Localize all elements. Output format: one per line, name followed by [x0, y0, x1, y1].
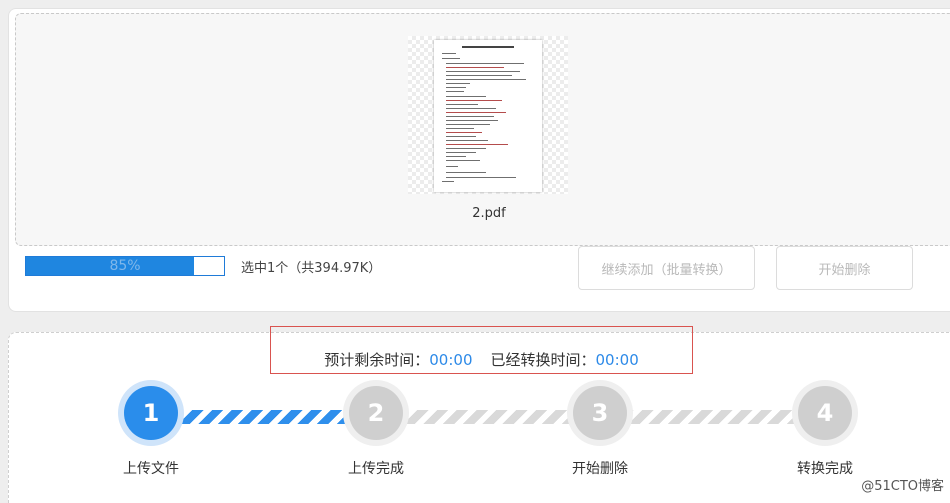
- pdf-text-line: [446, 152, 476, 153]
- step-1-circle: 1: [124, 386, 178, 440]
- step-3-label: 开始删除: [572, 461, 628, 477]
- start-delete-button[interactable]: 开始删除: [776, 246, 913, 290]
- pdf-text-line: [446, 71, 520, 72]
- selected-file-info: 选中1个（共394.97K）: [241, 261, 382, 276]
- remaining-time-value: 00:00: [429, 351, 473, 369]
- pdf-text-line: [446, 91, 464, 92]
- pdf-text-line: [446, 166, 458, 167]
- pdf-text-line: [446, 116, 494, 117]
- file-card[interactable]: 2.pdf: [408, 36, 570, 221]
- pdf-page-preview: [434, 40, 542, 192]
- pdf-text-line: [446, 104, 478, 105]
- elapsed-time-value: 00:00: [595, 351, 639, 369]
- time-status: 预计剩余时间：00:00 已经转换时间：00:00: [270, 349, 693, 370]
- remaining-time-label: 预计剩余时间：: [324, 351, 430, 369]
- pdf-text-line: [446, 75, 512, 76]
- pdf-text-line: [446, 136, 476, 137]
- step-connector-3: [627, 410, 798, 424]
- step-connector-2: [403, 410, 573, 424]
- file-name: 2.pdf: [472, 206, 506, 221]
- pdf-text-line: [446, 148, 486, 149]
- pdf-text-line: [442, 58, 460, 59]
- upload-progress-bar: 85%: [25, 256, 225, 276]
- pdf-text-line: [446, 100, 502, 101]
- pdf-text-line: [442, 53, 456, 54]
- file-drop-zone[interactable]: 2.pdf: [15, 13, 950, 246]
- step-connector-1: [178, 410, 348, 424]
- file-thumbnail: [408, 36, 568, 194]
- pdf-text-line: [446, 63, 524, 64]
- pdf-text-line: [446, 108, 496, 109]
- pdf-text-line: [446, 87, 466, 88]
- pdf-text-line: [446, 120, 498, 121]
- pdf-text-line: [446, 67, 504, 68]
- pdf-text-line: [446, 144, 508, 145]
- step-3-circle: 3: [573, 386, 627, 440]
- step-2-circle: 2: [349, 386, 403, 440]
- pdf-text-line: [446, 177, 516, 178]
- step-4-circle: 4: [798, 386, 852, 440]
- pdf-text-line: [446, 128, 474, 129]
- pdf-text-line: [446, 132, 482, 133]
- pdf-text-line: [446, 83, 470, 84]
- converter-page: 2.pdf 85% 选中1个（共394.97K） 继续添加（批量转换） 开始删除…: [0, 0, 950, 503]
- step-2-label: 上传完成: [348, 461, 404, 477]
- pdf-text-line: [446, 112, 506, 113]
- pdf-text-line: [446, 160, 480, 161]
- pdf-text-line: [446, 79, 526, 80]
- pdf-text-line: [446, 124, 490, 125]
- pdf-text-line: [446, 140, 488, 141]
- pdf-text-line: [446, 156, 466, 157]
- upload-progress-text: 85%: [109, 258, 141, 274]
- pdf-text-line: [446, 172, 486, 173]
- continue-add-button[interactable]: 继续添加（批量转换）: [578, 246, 755, 290]
- step-1-label: 上传文件: [123, 461, 179, 477]
- pdf-text-line: [442, 181, 454, 182]
- elapsed-time-label: 已经转换时间：: [490, 351, 596, 369]
- pdf-text-line: [462, 46, 514, 48]
- watermark: @51CTO博客: [861, 479, 944, 494]
- pdf-text-line: [446, 96, 486, 97]
